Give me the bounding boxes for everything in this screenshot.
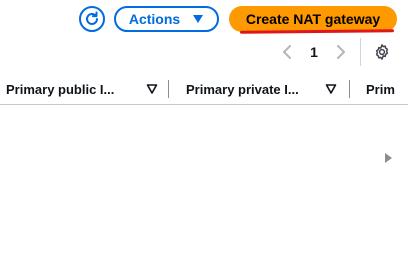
column-divider[interactable] bbox=[168, 80, 169, 98]
column-primary-private-ip[interactable]: Primary private I... bbox=[186, 74, 337, 104]
gear-icon bbox=[375, 44, 389, 60]
column-label: Primary private I... bbox=[186, 81, 299, 97]
column-label: Primary public I... bbox=[6, 81, 115, 97]
sort-icon[interactable] bbox=[146, 83, 158, 95]
caret-down-icon bbox=[193, 15, 204, 23]
column-label: Prim bbox=[366, 81, 395, 97]
preferences-button[interactable] bbox=[372, 42, 392, 62]
refresh-icon bbox=[86, 11, 98, 25]
annotation-underline bbox=[239, 29, 395, 34]
column-primary-public-ip[interactable]: Primary public I... bbox=[6, 74, 158, 104]
sort-icon[interactable] bbox=[325, 83, 337, 95]
create-nat-gateway-label: Create NAT gateway bbox=[245, 11, 381, 27]
refresh-button[interactable] bbox=[79, 6, 105, 32]
actions-label: Actions bbox=[128, 11, 181, 27]
actions-button[interactable]: Actions bbox=[114, 6, 219, 32]
scroll-right-icon[interactable] bbox=[384, 153, 392, 163]
previous-page-button[interactable] bbox=[279, 42, 295, 62]
page-number-button[interactable]: 1 bbox=[305, 42, 323, 62]
chevron-right-icon bbox=[337, 45, 345, 59]
table-header-divider bbox=[0, 104, 408, 105]
column-primary-truncated[interactable]: Prim bbox=[366, 74, 408, 104]
pagination-divider bbox=[360, 38, 361, 66]
table-header: Primary public I... Primary private I...… bbox=[0, 74, 408, 104]
create-nat-gateway-button[interactable]: Create NAT gateway bbox=[229, 6, 397, 32]
column-divider[interactable] bbox=[349, 80, 350, 98]
next-page-button[interactable] bbox=[333, 42, 349, 62]
chevron-left-icon bbox=[283, 45, 291, 59]
